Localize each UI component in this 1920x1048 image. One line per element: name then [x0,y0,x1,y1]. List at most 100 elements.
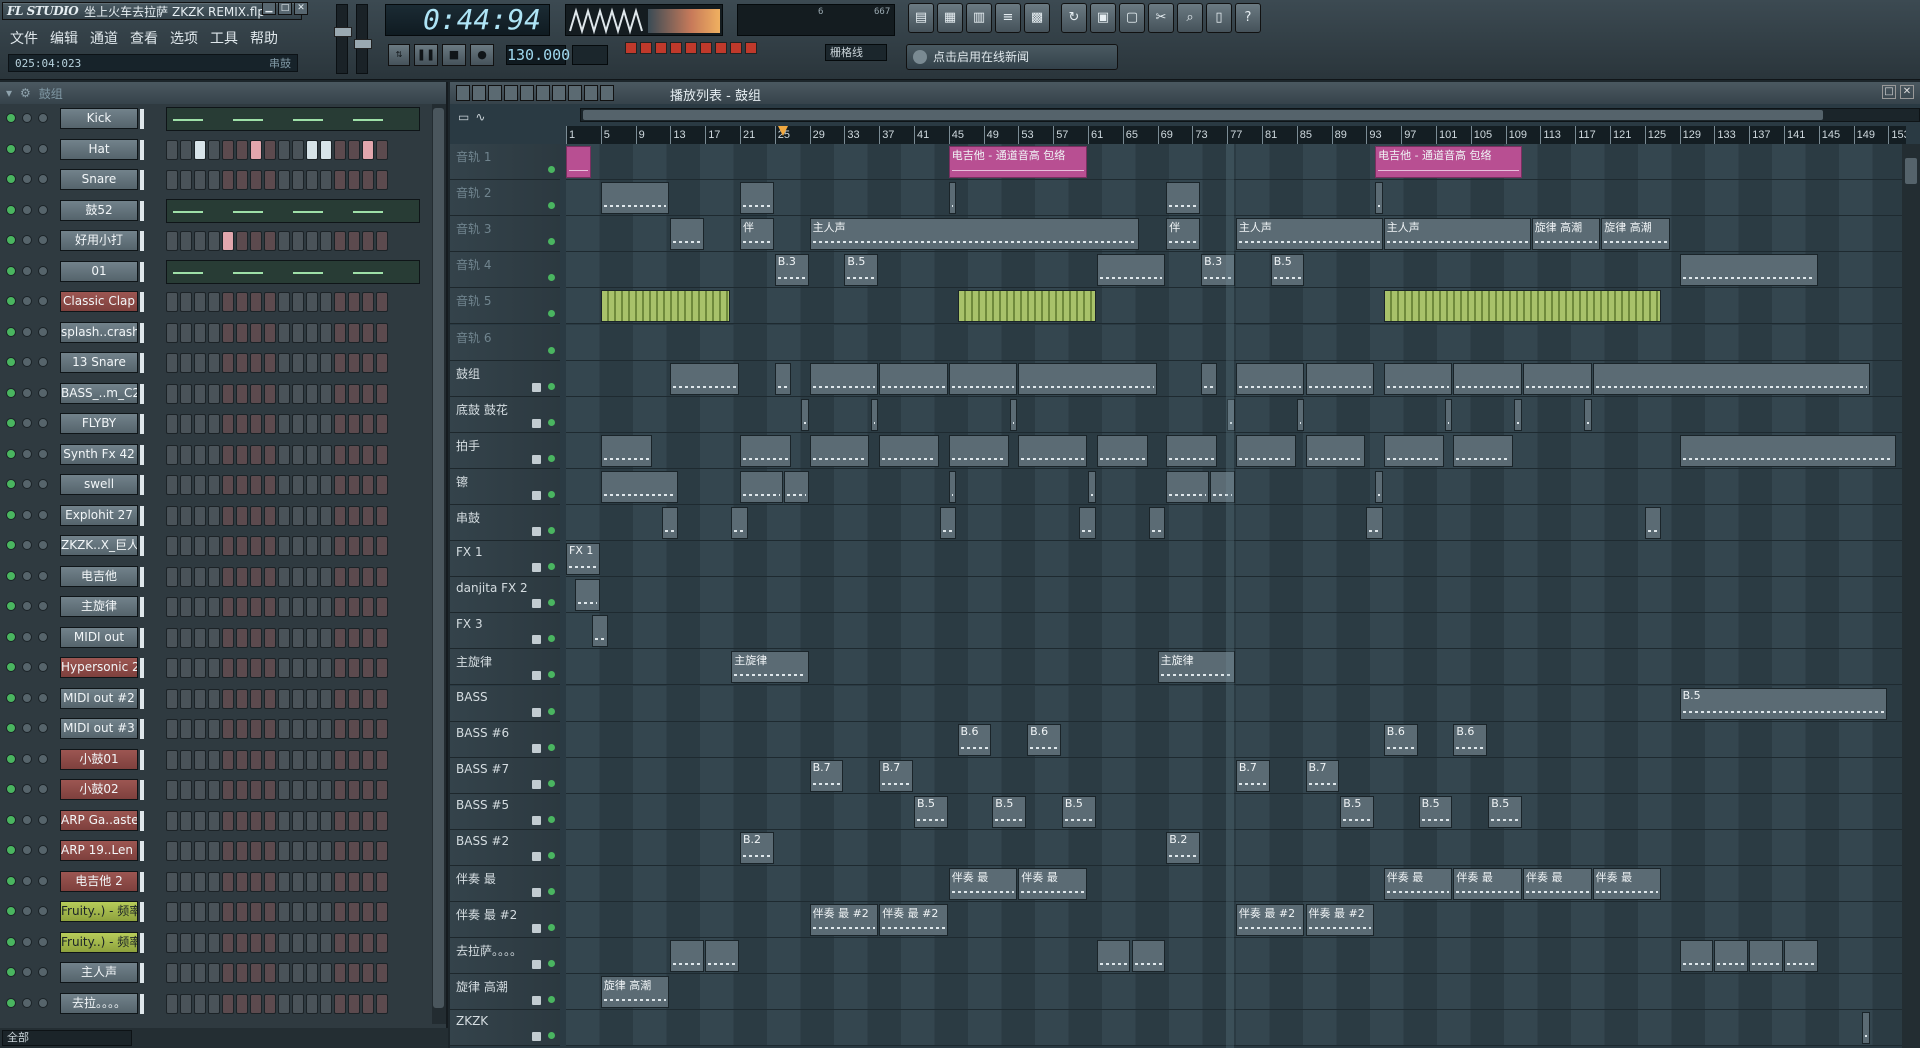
pattern-clip[interactable]: B.5 [914,795,948,828]
step-button[interactable] [264,597,276,617]
step-button[interactable] [180,505,192,526]
step-button[interactable] [292,780,304,800]
channel-solo-led[interactable] [38,570,48,581]
step-button[interactable] [194,292,206,312]
step-button[interactable] [250,597,262,617]
step-button[interactable] [250,749,262,770]
pattern-clip[interactable] [1009,398,1018,431]
channel-solo-led[interactable] [38,997,48,1008]
step-button[interactable] [250,810,262,831]
channel-mute-led[interactable] [22,265,32,276]
channel-volume-bar[interactable] [140,322,144,343]
pattern-clip[interactable]: 伴奏 最 [1523,868,1592,900]
step-button[interactable] [348,963,360,983]
lock-icon[interactable] [532,635,541,645]
channel-volume-bar[interactable] [140,963,144,983]
pattern-clip[interactable] [731,507,748,539]
step-button[interactable] [222,780,234,800]
channel-volume-bar[interactable] [140,414,144,434]
step-button[interactable] [292,993,304,1014]
track-lane[interactable] [566,396,1902,433]
step-button[interactable] [180,292,192,312]
channel-select-led[interactable] [6,387,16,398]
step-button[interactable] [236,932,248,953]
step-button[interactable] [180,597,192,617]
channel-graph-pattern[interactable] [166,107,420,131]
step-button[interactable] [362,963,374,983]
track-mute-led[interactable] [548,888,555,895]
track-lane[interactable]: 伴 主人声 伴 主人声 主人声 旋律 高潮 旋律 高潮 [566,216,1902,253]
track-lane[interactable]: B.6 B.6 B.6 B.6 [566,721,1902,758]
step-button[interactable] [180,688,192,709]
pattern-clip[interactable] [1583,398,1592,431]
track-mute-led[interactable] [548,310,555,318]
select-tool-icon[interactable] [552,85,566,101]
channel-rack-icon[interactable]: ▦ [937,3,963,33]
channel-select-led[interactable] [6,235,16,245]
track-mute-led[interactable] [548,743,555,751]
step-button[interactable] [236,749,248,770]
step-button[interactable] [208,719,220,739]
step-button[interactable] [264,353,276,373]
step-button[interactable] [376,292,388,312]
channel-name-button[interactable]: 小鼓02 [60,779,138,800]
pattern-clip[interactable]: B.7 [809,759,844,792]
track-mute-led[interactable] [548,924,555,932]
channel-select-led[interactable] [6,448,16,459]
pattern-clip[interactable]: 旋律 高潮 [1531,218,1601,251]
step-button[interactable] [194,475,206,495]
step-button[interactable] [236,902,248,922]
step-button[interactable] [180,871,192,892]
track-lane[interactable]: 伴奏 最 #2 伴奏 最 #2 伴奏 最 #2 伴奏 最 #2 [566,902,1902,939]
save-icon[interactable]: ▣ [1090,3,1116,33]
slice-tool-icon[interactable] [536,85,550,101]
channel-volume-bar[interactable] [140,292,144,312]
pattern-clip[interactable] [1784,940,1818,973]
step-button[interactable] [334,536,346,556]
pattern-clip[interactable] [1305,434,1366,467]
pattern-clip[interactable]: B.5 [1270,254,1305,287]
step-button[interactable] [376,536,388,556]
pattern-clip[interactable] [1018,434,1087,467]
pattern-clip[interactable]: 伴奏 最 [1592,868,1662,900]
channel-name-button[interactable]: ARP 19..Len 2 [60,840,138,861]
step-button[interactable] [320,231,332,251]
lock-icon[interactable] [532,454,541,464]
track-lane[interactable] [566,505,1902,541]
step-button[interactable] [236,780,248,800]
track-header[interactable]: 旋律 高潮 [450,974,560,1011]
step-button[interactable] [334,139,346,160]
playback-tool-icon[interactable] [584,85,598,101]
pattern-clip[interactable] [1166,182,1201,215]
step-button[interactable] [348,231,360,251]
step-button[interactable] [180,780,192,800]
step-button[interactable] [306,231,318,251]
pattern-clip[interactable]: 伴奏 最 [1383,868,1453,900]
step-button[interactable] [236,292,248,312]
step-button[interactable] [320,719,332,739]
lock-icon[interactable] [532,563,541,573]
step-button[interactable] [166,688,178,709]
track-header[interactable]: FX 3 [450,613,560,650]
step-button[interactable] [278,566,290,587]
step-button[interactable] [320,170,332,190]
step-button[interactable] [278,505,290,526]
channel-volume-bar[interactable] [140,841,144,861]
channel-name-button[interactable]: FLYBY [60,413,138,434]
track-mute-led[interactable] [548,599,555,607]
channel-name-button[interactable]: Snare [60,169,138,190]
pattern-clip[interactable] [1862,1012,1870,1045]
step-button[interactable] [236,353,248,373]
track-mute-led[interactable] [548,238,555,246]
step-button[interactable] [348,536,360,556]
step-button[interactable] [194,353,206,373]
pattern-clip[interactable] [1018,362,1157,395]
channel-solo-led[interactable] [38,753,48,764]
channel-volume-bar[interactable] [140,749,144,770]
step-button[interactable] [376,658,388,678]
channel-solo-led[interactable] [38,174,48,184]
close-window-button[interactable]: ✕ [294,2,308,15]
step-button[interactable] [306,353,318,373]
track-lane[interactable]: 主旋律 主旋律 [566,649,1902,686]
channel-volume-bar[interactable] [140,353,144,373]
